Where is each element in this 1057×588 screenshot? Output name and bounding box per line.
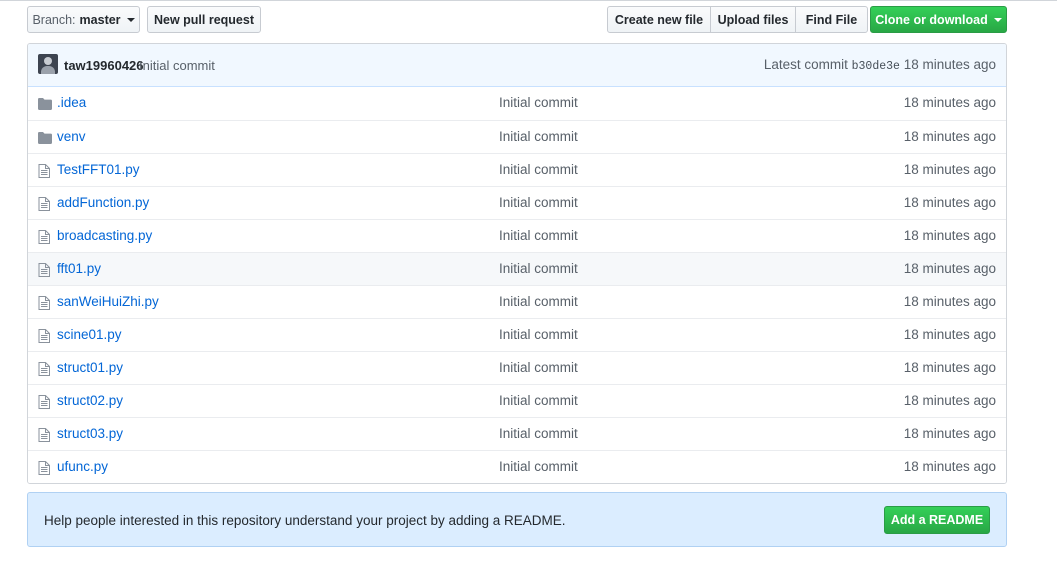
file-commit-message[interactable]: Initial commit: [499, 294, 578, 309]
file-name-link[interactable]: scine01.py: [57, 327, 122, 342]
file-name-link[interactable]: broadcasting.py: [57, 228, 152, 243]
file-actions-group: Create new file Upload files Find File: [607, 6, 868, 33]
file-age: 18 minutes ago: [903, 294, 996, 309]
add-readme-button[interactable]: Add a README: [884, 506, 990, 534]
file-icon: [38, 164, 52, 178]
file-age: 18 minutes ago: [903, 195, 996, 210]
branch-name: master: [79, 12, 121, 27]
branch-prefix: Branch:: [32, 12, 76, 27]
file-name-link[interactable]: struct01.py: [57, 360, 123, 375]
top-divider: [0, 0, 1057, 1]
caret-down-icon: [993, 17, 1002, 22]
file-row[interactable]: TestFFT01.py Initial commit 18 minutes ago: [28, 153, 1006, 186]
file-row[interactable]: struct02.py Initial commit 18 minutes ago: [28, 384, 1006, 417]
file-age: 18 minutes ago: [903, 95, 996, 110]
repo-toolbar: Branch: master New pull request Create n…: [27, 6, 1007, 33]
readme-prompt-text: Help people interested in this repositor…: [44, 513, 566, 528]
file-commit-message[interactable]: Initial commit: [499, 195, 578, 210]
file-icon: [38, 395, 52, 409]
file-commit-message[interactable]: Initial commit: [499, 95, 578, 110]
file-age: 18 minutes ago: [903, 261, 996, 276]
commit-age: 18 minutes ago: [903, 57, 996, 72]
find-file-button[interactable]: Find File: [795, 6, 868, 33]
file-commit-message[interactable]: Initial commit: [499, 393, 578, 408]
latest-commit-label: Latest commit: [763, 57, 848, 72]
file-age: 18 minutes ago: [903, 228, 996, 243]
file-icon: [38, 362, 52, 376]
file-row[interactable]: broadcasting.py Initial commit 18 minutes …: [28, 219, 1006, 252]
file-age: 18 minutes ago: [903, 426, 996, 441]
file-name-link[interactable]: venv: [57, 129, 86, 144]
folder-icon: [38, 131, 52, 144]
commit-message[interactable]: Initial commit: [139, 58, 215, 73]
file-row[interactable]: struct01.py Initial commit 18 minutes ago: [28, 351, 1006, 384]
clone-or-download-button[interactable]: Clone or download: [870, 6, 1007, 33]
avatar[interactable]: [38, 54, 58, 74]
file-icon: [38, 230, 52, 244]
folder-icon: [38, 97, 52, 110]
file-row[interactable]: scine01.py Initial commit 18 minutes ago: [28, 318, 1006, 351]
file-age: 18 minutes ago: [903, 129, 996, 144]
file-commit-message[interactable]: Initial commit: [499, 459, 578, 474]
file-commit-message[interactable]: Initial commit: [499, 261, 578, 276]
file-commit-message[interactable]: Initial commit: [499, 327, 578, 342]
commit-tease: taw19960426 Initial commit Latest commit…: [28, 44, 1006, 87]
file-list: .idea Initial commit 18 minutes ago venv Ini…: [28, 87, 1006, 483]
file-icon: [38, 329, 52, 343]
file-row[interactable]: .idea Initial commit 18 minutes ago: [28, 87, 1006, 120]
file-navigation: taw19960426 Initial commit Latest commit…: [27, 43, 1007, 484]
file-name-link[interactable]: ufunc.py: [57, 459, 108, 474]
upload-files-button[interactable]: Upload files: [710, 6, 796, 33]
file-row[interactable]: struct03.py Initial commit 18 minutes ago: [28, 417, 1006, 450]
branch-select-button[interactable]: Branch: master: [27, 6, 140, 33]
file-name-link[interactable]: struct02.py: [57, 393, 123, 408]
file-row[interactable]: ufunc.py Initial commit 18 minutes ago: [28, 450, 1006, 483]
new-pull-request-button[interactable]: New pull request: [147, 6, 261, 33]
file-icon: [38, 461, 52, 475]
file-name-link[interactable]: sanWeiHuiZhi.py: [57, 294, 159, 309]
file-icon: [38, 197, 52, 211]
file-row[interactable]: fft01.py Initial commit 18 minutes ago: [28, 252, 1006, 285]
create-new-file-button[interactable]: Create new file: [607, 6, 711, 33]
file-commit-message[interactable]: Initial commit: [499, 129, 578, 144]
file-name-link[interactable]: struct03.py: [57, 426, 123, 441]
commit-author[interactable]: taw19960426: [64, 58, 144, 73]
file-icon: [38, 263, 52, 277]
readme-prompt: Help people interested in this repositor…: [27, 492, 1007, 547]
file-row[interactable]: sanWeiHuiZhi.py Initial commit 18 minutes …: [28, 285, 1006, 318]
file-name-link[interactable]: .idea: [57, 95, 86, 110]
latest-commit: Latest commit b30de3e 18 minutes ago: [764, 57, 996, 73]
file-name-link[interactable]: TestFFT01.py: [57, 162, 140, 177]
file-row[interactable]: venv Initial commit 18 minutes ago: [28, 120, 1006, 153]
commit-sha[interactable]: b30de3e: [852, 60, 900, 73]
file-age: 18 minutes ago: [903, 459, 996, 474]
file-age: 18 minutes ago: [903, 162, 996, 177]
file-row[interactable]: addFunction.py Initial commit 18 minutes a…: [28, 186, 1006, 219]
file-age: 18 minutes ago: [903, 360, 996, 375]
file-age: 18 minutes ago: [903, 393, 996, 408]
file-name-link[interactable]: fft01.py: [57, 261, 101, 276]
clone-label: Clone or download: [875, 12, 988, 27]
file-icon: [38, 428, 52, 442]
file-commit-message[interactable]: Initial commit: [499, 228, 578, 243]
file-commit-message[interactable]: Initial commit: [499, 360, 578, 375]
caret-down-icon: [126, 17, 135, 22]
file-name-link[interactable]: addFunction.py: [57, 195, 149, 210]
file-commit-message[interactable]: Initial commit: [499, 426, 578, 441]
file-age: 18 minutes ago: [903, 327, 996, 342]
file-commit-message[interactable]: Initial commit: [499, 162, 578, 177]
file-icon: [38, 296, 52, 310]
